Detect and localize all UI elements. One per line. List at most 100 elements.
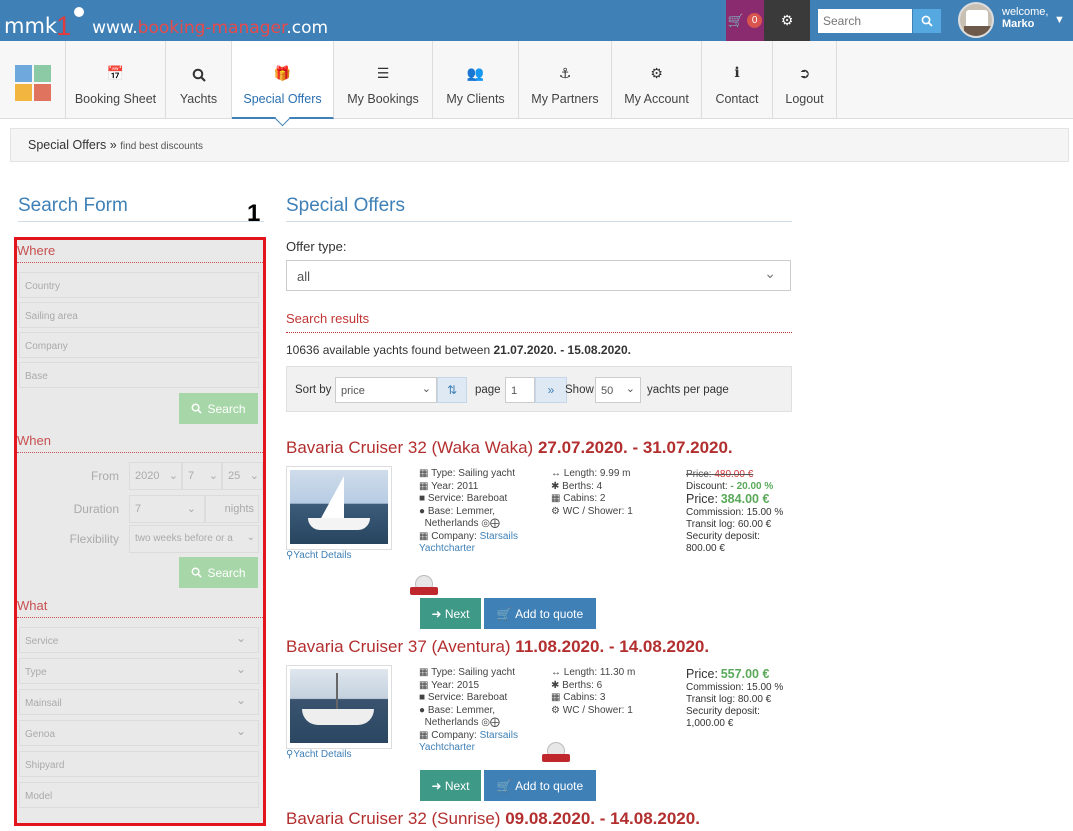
yacht-image[interactable]: [286, 466, 392, 550]
nav-booking-sheet[interactable]: 📅 Booking Sheet: [66, 41, 166, 119]
user-menu[interactable]: welcome, Marko: [1002, 6, 1048, 30]
search-form-title: Search Form: [18, 195, 128, 216]
cogs-icon: ⚙: [650, 65, 663, 81]
nav-my-account[interactable]: ⚙ My Account: [612, 41, 702, 119]
show-label: Show: [565, 384, 594, 396]
breadcrumb-subtitle: find best discounts: [120, 141, 204, 152]
user-icon: ✱: [551, 480, 560, 492]
building-icon: ▦: [419, 530, 429, 542]
cart-button[interactable]: 🛒 0: [726, 0, 764, 41]
user-icon: ✱: [551, 679, 560, 691]
search-icon: [921, 15, 933, 27]
logo-text: mmk: [4, 14, 58, 38]
yacht-price-block: Price: 557.00 € Commission: 15.00 % Tran…: [686, 667, 784, 729]
gift-icon: ■: [419, 493, 426, 504]
gift-icon: 🎁: [273, 65, 292, 81]
yacht-specs-2: ↔ Length: 9.99 m ✱ Berths: 4 ▦ Cabins: 2…: [551, 468, 633, 517]
nav-special-offers[interactable]: 🎁 Special Offers: [232, 41, 334, 119]
nav-my-bookings[interactable]: ☰ My Bookings: [334, 41, 433, 119]
sort-select[interactable]: price ⌄: [335, 377, 437, 403]
info-icon: i: [734, 65, 740, 81]
building-icon: ▦: [419, 729, 429, 741]
arrows-h-icon: ↔: [551, 468, 561, 479]
cabin-icon: ▦: [551, 692, 561, 703]
top-bar: mmk 1 www.booking-manager.com 🛒 0 ⚙ welc…: [0, 0, 1073, 41]
divider: [286, 332, 792, 333]
results-count: 10636 available yachts found between 21.…: [286, 343, 631, 357]
user-name: Marko: [1002, 18, 1035, 30]
shower-icon: ⚙: [551, 704, 560, 716]
nav-logout[interactable]: ➲ Logout: [773, 41, 837, 119]
company-link[interactable]: Yachtcharter: [419, 543, 475, 554]
avatar[interactable]: [958, 2, 994, 38]
calendar-icon: ▦: [419, 679, 429, 691]
award-badge-icon: [410, 575, 438, 599]
main-nav: 📅 Booking Sheet Yachts 🎁 Special Offers …: [0, 41, 1073, 119]
caret-down-icon[interactable]: ▼: [1054, 14, 1065, 26]
yacht-title[interactable]: Bavaria Cruiser 32 (Sunrise) 09.08.2020.…: [286, 809, 700, 829]
per-page-select[interactable]: 50 ⌄: [595, 377, 641, 403]
gear-icon: ⚙: [780, 12, 794, 28]
calendar-icon: ▦: [419, 480, 429, 492]
welcome-text: welcome,: [1002, 6, 1049, 18]
sort-toolbar: Sort by price ⌄ ⇅ page 1 » Show 50 ⌄ yacht…: [286, 366, 792, 412]
location-icon: ◎: [481, 717, 490, 728]
ship-icon: ▦: [419, 667, 429, 678]
next-page-icon[interactable]: »: [535, 377, 567, 403]
search-results-heading: Search results: [286, 311, 370, 326]
shower-icon: ⚙: [551, 505, 560, 517]
top-search-input[interactable]: [818, 9, 912, 33]
compass-icon: ⨁: [490, 717, 500, 728]
award-badge-icon: [542, 742, 570, 766]
yacht-title[interactable]: Bavaria Cruiser 37 (Aventura) 11.08.2020…: [286, 637, 709, 657]
search-icon: [192, 68, 206, 82]
cart-count-badge: 0: [747, 13, 763, 28]
yacht-title[interactable]: Bavaria Cruiser 32 (Waka Waka) 27.07.202…: [286, 438, 733, 458]
company-link[interactable]: Starsails: [480, 531, 518, 542]
company-link[interactable]: Yachtcharter: [419, 742, 475, 753]
highlight-box: [14, 237, 266, 826]
logo[interactable]: mmk 1 www.booking-manager.com: [4, 7, 328, 41]
users-icon: 👥: [466, 65, 485, 81]
nav-my-partners[interactable]: ⚓ My Partners: [519, 41, 612, 119]
list-icon: ☰: [376, 65, 390, 81]
breadcrumb-current: Special Offers: [28, 138, 107, 152]
add-to-quote-button[interactable]: 🛒 Add to quote: [484, 598, 596, 629]
yacht-price-block: Price: 480.00 € Discount: - 20.00 % Pric…: [686, 469, 784, 554]
divider: [18, 221, 264, 222]
yacht-details-link[interactable]: ⚲Yacht Details: [286, 749, 352, 760]
settings-button[interactable]: ⚙: [764, 0, 810, 41]
yacht-image[interactable]: [286, 665, 392, 749]
add-to-quote-button[interactable]: 🛒 Add to quote: [484, 770, 596, 801]
cabin-icon: ▦: [551, 493, 561, 504]
anchor-icon: ⚓: [558, 65, 572, 81]
apps-grid-icon[interactable]: [15, 65, 51, 101]
logo-one: 1: [56, 11, 72, 41]
logo-dot: [74, 7, 85, 17]
compass-icon: ⨁: [490, 518, 500, 529]
divider: [286, 221, 792, 222]
sign-out-icon: ➲: [798, 65, 811, 81]
cart-icon: 🛒: [727, 12, 745, 28]
gift-icon: ■: [419, 692, 426, 703]
offer-type-select[interactable]: all: [286, 260, 791, 291]
next-button[interactable]: ➜ Next: [420, 770, 481, 801]
offer-type-label: Offer type:: [286, 239, 347, 254]
offers-title: Special Offers: [286, 195, 405, 216]
sort-order-icon[interactable]: ⇅: [437, 377, 467, 403]
nav-yachts[interactable]: Yachts: [166, 41, 232, 119]
company-link[interactable]: Starsails: [480, 730, 518, 741]
yacht-details-link[interactable]: ⚲Yacht Details: [286, 550, 352, 561]
map-marker-icon: ●: [419, 704, 426, 716]
top-search-button[interactable]: [913, 9, 941, 33]
logo-url: www.booking-manager.com: [92, 18, 329, 38]
nav-contact[interactable]: i Contact: [702, 41, 773, 119]
nav-my-clients[interactable]: 👥 My Clients: [433, 41, 519, 119]
calendar-icon: 📅: [106, 65, 125, 81]
location-icon: ◎: [481, 518, 490, 529]
next-button[interactable]: ➜ Next: [420, 598, 481, 629]
breadcrumb: Special Offers » find best discounts: [10, 128, 1069, 162]
page-label: page: [475, 384, 501, 396]
per-page-label: yachts per page: [647, 384, 729, 396]
page-input[interactable]: 1: [505, 377, 535, 403]
